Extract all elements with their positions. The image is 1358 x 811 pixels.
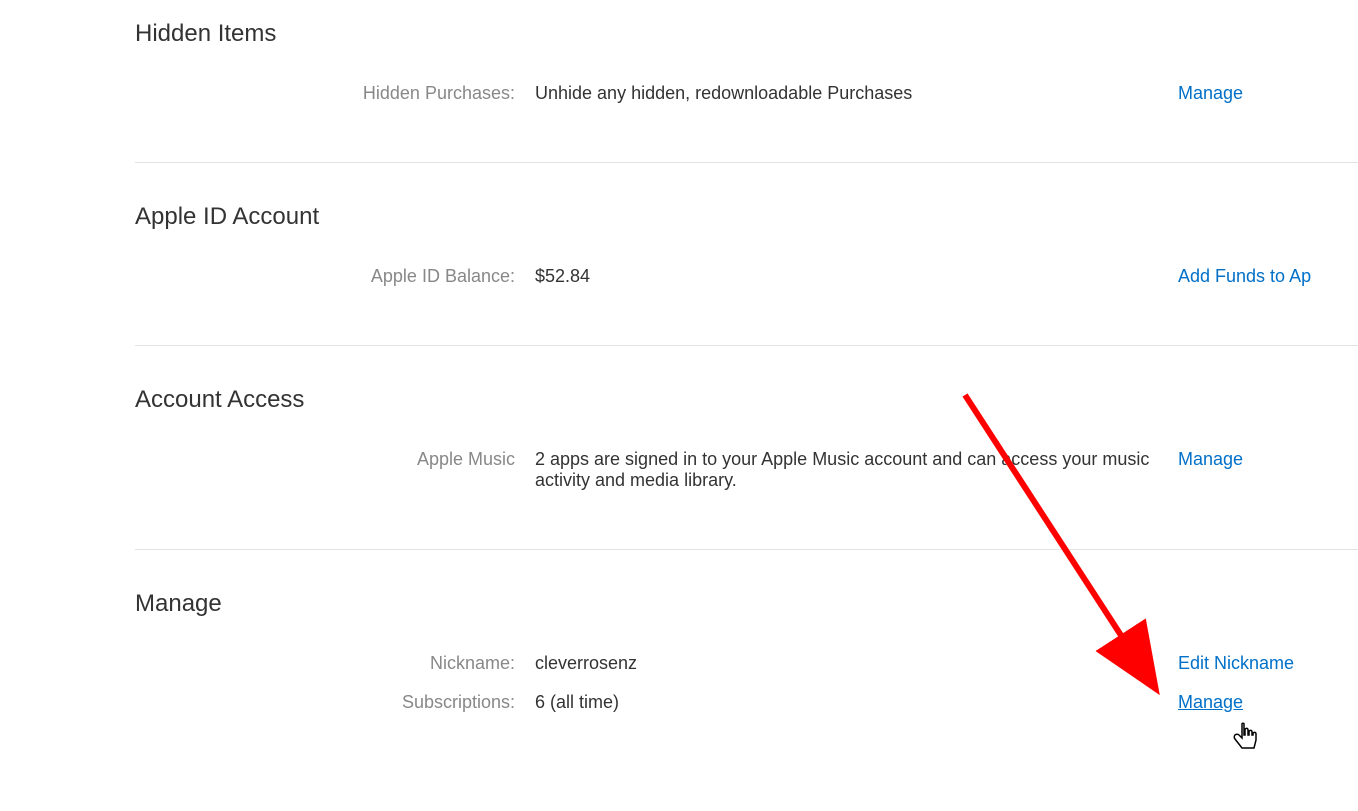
apple-id-balance-value: $52.84 (535, 266, 1178, 287)
add-funds-link[interactable]: Add Funds to Ap (1178, 266, 1311, 286)
hidden-items-section: Hidden Items Hidden Purchases: Unhide an… (135, 20, 1358, 163)
hidden-items-title: Hidden Items (135, 20, 1358, 48)
subscriptions-label: Subscriptions: (135, 692, 535, 713)
hidden-purchases-value: Unhide any hidden, redownloadable Purcha… (535, 83, 1178, 104)
account-settings-container: Hidden Items Hidden Purchases: Unhide an… (0, 0, 1358, 771)
apple-music-row: Apple Music 2 apps are signed in to your… (135, 449, 1358, 491)
hidden-purchases-label: Hidden Purchases: (135, 83, 535, 104)
subscriptions-row: Subscriptions: 6 (all time) Manage (135, 692, 1358, 713)
hidden-purchases-row: Hidden Purchases: Unhide any hidden, red… (135, 83, 1358, 104)
apple-id-account-section: Apple ID Account Apple ID Balance: $52.8… (135, 203, 1358, 346)
account-access-title: Account Access (135, 386, 1358, 414)
account-access-section: Account Access Apple Music 2 apps are si… (135, 386, 1358, 550)
apple-music-value: 2 apps are signed in to your Apple Music… (535, 449, 1178, 491)
apple-id-balance-label: Apple ID Balance: (135, 266, 535, 287)
nickname-label: Nickname: (135, 653, 535, 674)
apple-id-balance-row: Apple ID Balance: $52.84 Add Funds to Ap (135, 266, 1358, 287)
nickname-value: cleverrosenz (535, 653, 1178, 674)
manage-title: Manage (135, 590, 1358, 618)
manage-section: Manage Nickname: cleverrosenz Edit Nickn… (135, 590, 1358, 771)
apple-music-label: Apple Music (135, 449, 535, 470)
apple-id-account-title: Apple ID Account (135, 203, 1358, 231)
apple-music-manage-link[interactable]: Manage (1178, 449, 1243, 469)
hidden-purchases-manage-link[interactable]: Manage (1178, 83, 1243, 103)
nickname-row: Nickname: cleverrosenz Edit Nickname (135, 653, 1358, 674)
subscriptions-value: 6 (all time) (535, 692, 1178, 713)
subscriptions-manage-link[interactable]: Manage (1178, 692, 1243, 712)
edit-nickname-link[interactable]: Edit Nickname (1178, 653, 1294, 673)
